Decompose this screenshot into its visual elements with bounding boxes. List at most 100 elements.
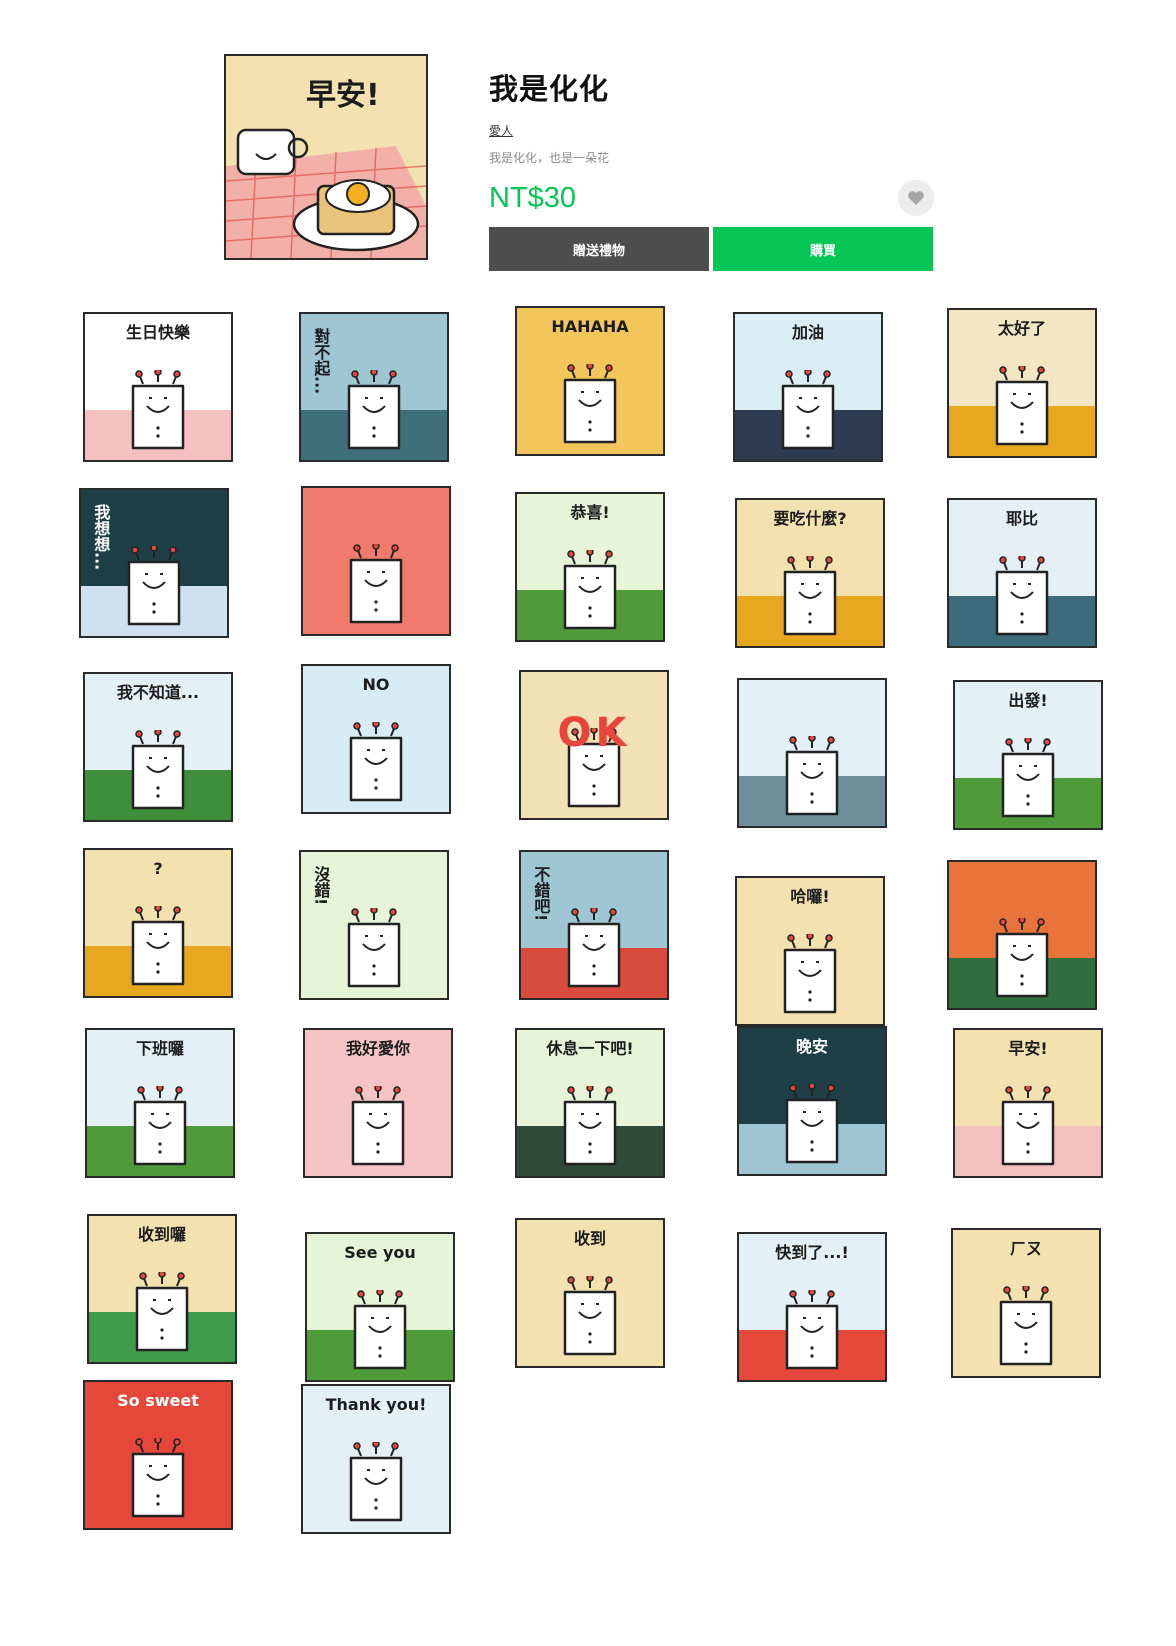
sticker-image[interactable]: 不錯吧! bbox=[519, 850, 669, 1000]
sticker-image[interactable]: 下班囉 bbox=[85, 1028, 235, 1178]
sticker-image[interactable]: 出發! bbox=[953, 680, 1103, 830]
huahua-character bbox=[349, 544, 403, 624]
sticker-item[interactable]: 快到了...! bbox=[728, 1202, 887, 1382]
sticker-item[interactable]: 對不起... bbox=[296, 312, 452, 490]
sticker-item[interactable] bbox=[944, 846, 1100, 1024]
sticker-text: 太好了 bbox=[997, 319, 1046, 338]
sticker-image[interactable]: OK bbox=[519, 670, 669, 820]
sticker-text: 休息一下吧! bbox=[546, 1039, 634, 1058]
sticker-item[interactable]: 早安! bbox=[944, 1024, 1103, 1202]
product-info: 我是化化 愛人 我是化化，也是一朵花 NT$30 贈送禮物 購買 bbox=[489, 60, 939, 271]
sticker-image[interactable]: 休息一下吧! bbox=[515, 1028, 665, 1178]
sticker-image[interactable]: 沒錯! bbox=[299, 850, 449, 1000]
huahua-character bbox=[131, 906, 185, 986]
sticker-item[interactable]: 下班囉 bbox=[80, 1024, 236, 1202]
sticker-image[interactable]: 快到了...! bbox=[737, 1232, 887, 1382]
sticker-item[interactable] bbox=[728, 668, 887, 846]
sticker-image[interactable]: 晚安 bbox=[737, 1026, 887, 1176]
sticker-text: 哈囉! bbox=[790, 887, 830, 906]
sticker-image[interactable]: 早安! bbox=[953, 1028, 1103, 1178]
sticker-text: ㄏㄡ bbox=[1009, 1239, 1042, 1258]
buy-button[interactable]: 購買 bbox=[713, 227, 933, 271]
sticker-image[interactable]: 哈囉! bbox=[735, 876, 885, 1026]
huahua-character bbox=[563, 550, 617, 630]
sticker-item[interactable]: 出發! bbox=[944, 668, 1103, 846]
sticker-item[interactable]: 收到囉 bbox=[80, 1202, 237, 1380]
heart-icon bbox=[908, 191, 924, 205]
sticker-image[interactable]: 太好了 bbox=[947, 308, 1097, 458]
sticker-image[interactable]: NO bbox=[301, 664, 451, 814]
sticker-text: 收到 bbox=[573, 1229, 606, 1248]
sticker-item[interactable]: 沒錯! bbox=[296, 846, 452, 1024]
sticker-image[interactable]: 我好愛你 bbox=[303, 1028, 453, 1178]
sticker-item[interactable]: 要吃什麼? bbox=[728, 490, 885, 668]
sticker-item[interactable]: ? bbox=[80, 846, 236, 1024]
sticker-image[interactable]: 要吃什麼? bbox=[735, 498, 885, 648]
sticker-image[interactable] bbox=[947, 860, 1097, 1010]
sticker-image[interactable] bbox=[737, 678, 887, 828]
sticker-item[interactable]: HAHAHA bbox=[512, 306, 668, 490]
huahua-character bbox=[131, 1438, 185, 1518]
sticker-item[interactable]: 收到 bbox=[512, 1202, 668, 1380]
huahua-character bbox=[783, 934, 837, 1014]
huahua-character bbox=[347, 908, 401, 988]
sticker-item[interactable]: 我不知道... bbox=[80, 668, 236, 846]
sticker-image[interactable] bbox=[301, 486, 451, 636]
sticker-text: 恭喜! bbox=[570, 503, 610, 522]
sticker-item[interactable]: 哈囉! bbox=[728, 846, 885, 1026]
sticker-image[interactable]: 耶比 bbox=[947, 498, 1097, 648]
sticker-image[interactable]: 加油 bbox=[733, 312, 883, 462]
huahua-character bbox=[785, 1290, 839, 1370]
sticker-text: 沒錯! bbox=[311, 866, 331, 906]
sticker-item[interactable]: NO bbox=[296, 664, 452, 846]
sticker-grid: 生日快樂 對不起... HAHAHA 加油 太好了我想想... 恭喜! 要吃什麼? 耶比我不知… bbox=[79, 306, 1103, 1558]
huahua-character bbox=[349, 722, 403, 802]
sticker-image[interactable]: 我想想... bbox=[79, 488, 229, 638]
sticker-image[interactable]: ㄏㄡ bbox=[951, 1228, 1101, 1378]
sticker-image[interactable]: So sweet bbox=[83, 1380, 233, 1530]
sticker-item[interactable]: Thank you! bbox=[296, 1380, 452, 1558]
sticker-text: 我想想... bbox=[91, 504, 111, 571]
sticker-item[interactable]: 休息一下吧! bbox=[512, 1024, 668, 1202]
sticker-item[interactable]: 晚安 bbox=[728, 1024, 887, 1202]
sticker-image[interactable]: 收到 bbox=[515, 1218, 665, 1368]
huahua-character bbox=[1001, 738, 1055, 818]
sticker-item[interactable]: ㄏㄡ bbox=[944, 1202, 1101, 1380]
author-link[interactable]: 愛人 bbox=[489, 122, 513, 139]
sticker-item[interactable]: 我好愛你 bbox=[296, 1024, 453, 1202]
huahua-character bbox=[995, 556, 1049, 636]
sticker-text: NO bbox=[362, 675, 390, 694]
sticker-item[interactable]: So sweet bbox=[80, 1380, 236, 1558]
sticker-image[interactable]: 我不知道... bbox=[83, 672, 233, 822]
huahua-character bbox=[353, 1290, 407, 1370]
sticker-image[interactable]: See you bbox=[305, 1232, 455, 1382]
sticker-image[interactable]: 恭喜! bbox=[515, 492, 665, 642]
sticker-image[interactable]: ? bbox=[83, 848, 233, 998]
product-title: 我是化化 bbox=[489, 74, 610, 106]
sticker-text: 收到囉 bbox=[137, 1225, 186, 1244]
sticker-item[interactable]: 不錯吧! bbox=[512, 846, 669, 1024]
sticker-item[interactable]: See you bbox=[296, 1202, 455, 1382]
sticker-item[interactable]: 我想想... bbox=[79, 488, 236, 668]
huahua-character bbox=[131, 730, 185, 810]
sticker-text: 對不起... bbox=[311, 328, 331, 395]
huahua-character bbox=[995, 366, 1049, 446]
sticker-image[interactable]: HAHAHA bbox=[515, 306, 665, 456]
sticker-item[interactable]: 耶比 bbox=[944, 490, 1100, 668]
favorite-button[interactable] bbox=[898, 180, 934, 216]
sticker-image[interactable]: Thank you! bbox=[301, 1384, 451, 1534]
huahua-character bbox=[131, 370, 185, 450]
sticker-item[interactable]: 生日快樂 bbox=[80, 312, 236, 490]
sticker-item[interactable] bbox=[296, 486, 452, 668]
sticker-item[interactable]: OK bbox=[512, 668, 669, 846]
huahua-character bbox=[995, 918, 1049, 998]
sticker-image[interactable]: 生日快樂 bbox=[83, 312, 233, 462]
gift-button[interactable]: 贈送禮物 bbox=[489, 227, 709, 271]
sticker-text: 生日快樂 bbox=[125, 323, 190, 342]
sticker-item[interactable]: 加油 bbox=[728, 312, 884, 490]
sticker-image[interactable]: 對不起... bbox=[299, 312, 449, 462]
sticker-item[interactable]: 恭喜! bbox=[512, 490, 668, 668]
huahua-character bbox=[563, 1276, 617, 1356]
sticker-item[interactable]: 太好了 bbox=[944, 308, 1100, 490]
sticker-image[interactable]: 收到囉 bbox=[87, 1214, 237, 1364]
